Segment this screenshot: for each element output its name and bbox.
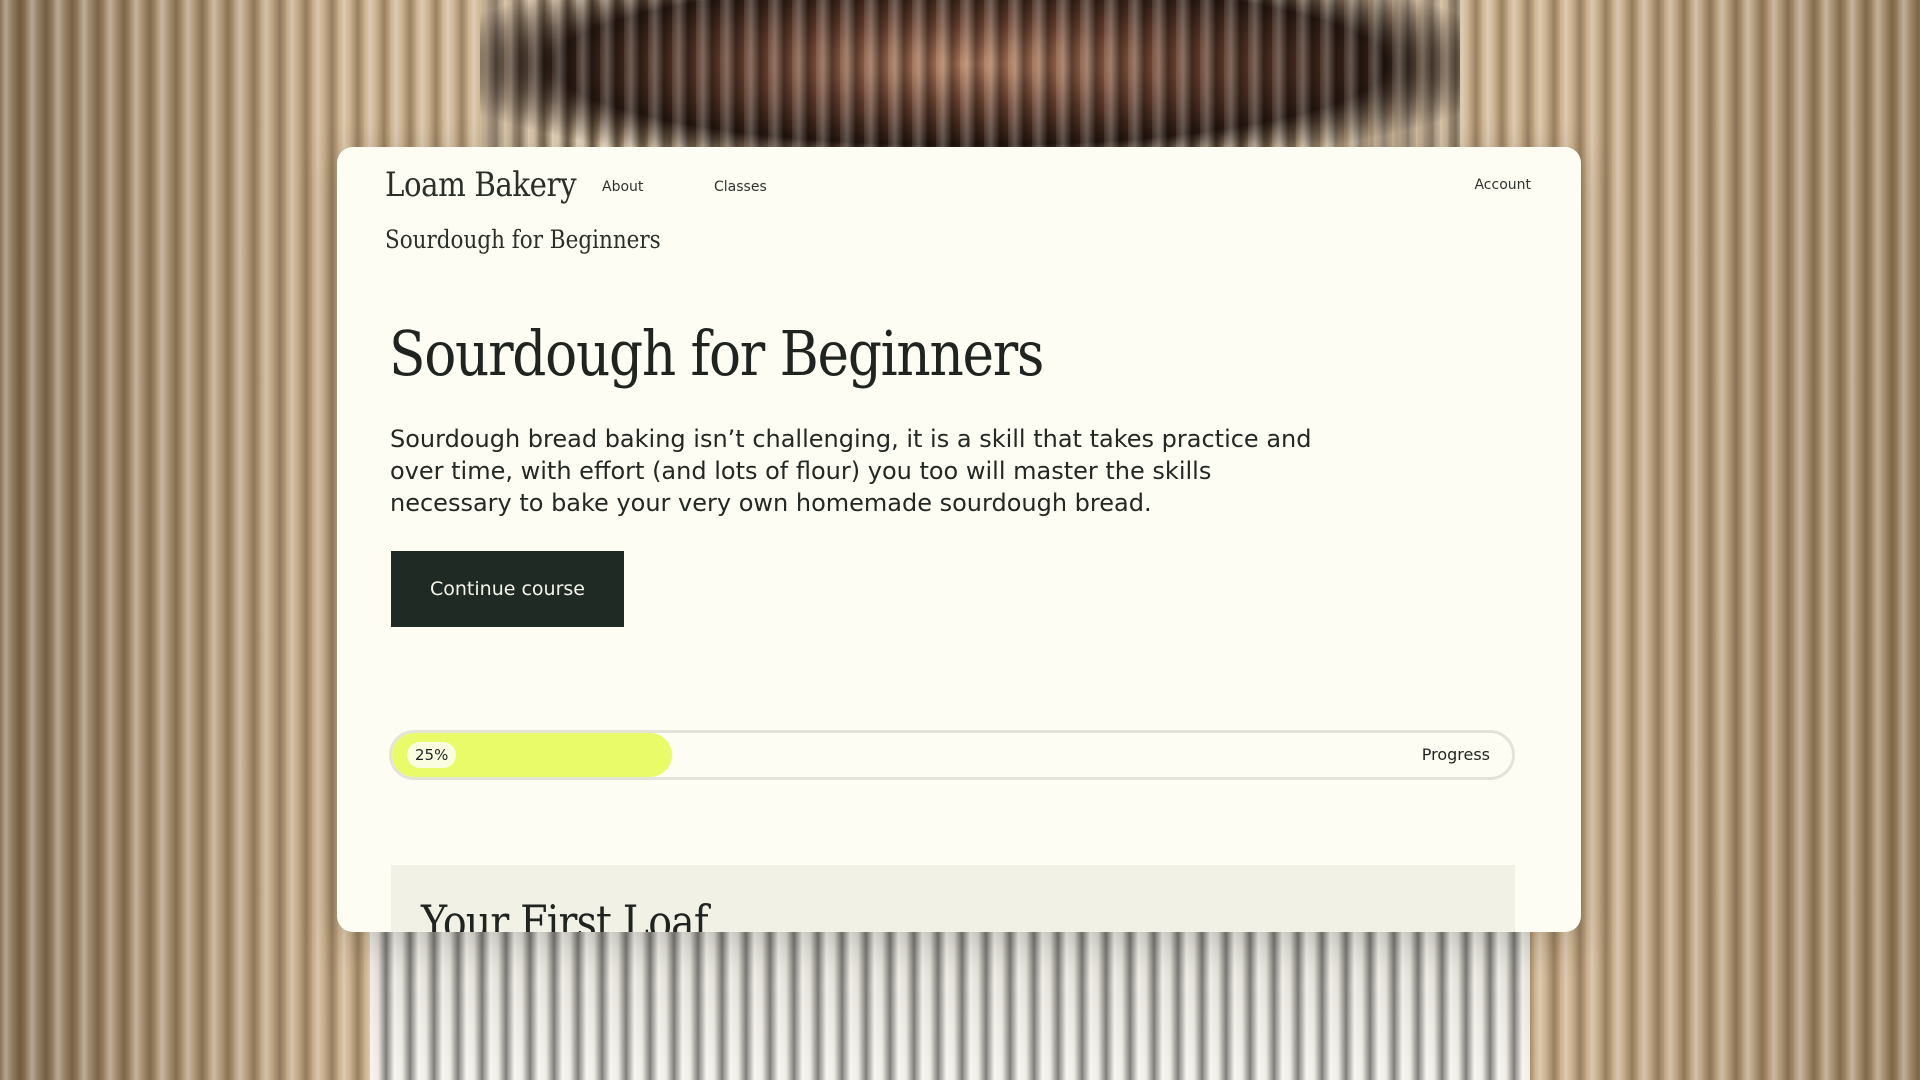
nav-link-classes[interactable]: Classes <box>714 179 767 195</box>
nav-link-about[interactable]: About <box>602 179 643 195</box>
breadcrumb: Sourdough for Beginners <box>385 225 661 254</box>
top-navigation: Loam Bakery About Classes Account <box>385 165 1531 215</box>
course-card: Loam Bakery About Classes Account Sourdo… <box>337 147 1581 932</box>
lesson-title: Your First Loaf <box>421 895 709 932</box>
brand-logo[interactable]: Loam Bakery <box>385 165 577 205</box>
course-description: Sourdough bread baking isn’t challenging… <box>390 425 1312 517</box>
lesson-card[interactable]: Your First Loaf <box>391 865 1515 932</box>
background-bottom-image <box>370 930 1530 1080</box>
page-title: Sourdough for Beginners <box>389 317 1044 390</box>
nav-link-account[interactable]: Account <box>1474 177 1531 193</box>
background-portrait-image <box>480 0 1460 160</box>
progress-bar: 25% Progress <box>389 730 1515 780</box>
progress-percent-badge: 25% <box>407 742 457 768</box>
progress-label: Progress <box>1421 745 1490 764</box>
continue-course-button[interactable]: Continue course <box>391 551 624 627</box>
